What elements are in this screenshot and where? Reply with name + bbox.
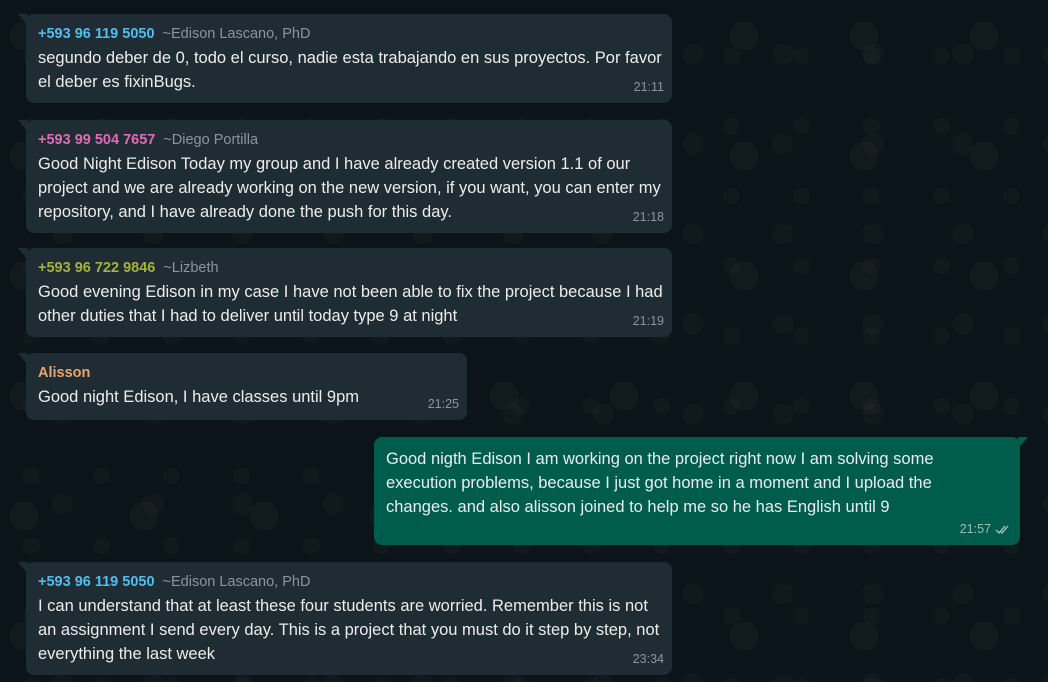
message-time: 21:11 [633, 80, 664, 94]
incoming-message[interactable]: +593 96 119 5050 ~Edison Lascano, PhD I c… [18, 562, 672, 675]
message-time: 23:34 [632, 652, 664, 666]
incoming-message[interactable]: +593 96 722 9846 ~Lizbeth Good evening Ed… [18, 248, 672, 337]
message-text: Good night Edison, I have classes until … [38, 388, 360, 406]
message-sender: +593 96 119 5050 ~Edison Lascano, PhD [38, 24, 660, 44]
message-time: 21:18 [632, 210, 664, 224]
message-time: 21:57 [959, 522, 991, 536]
message-text: Good evening Edison in my case I have no… [38, 283, 663, 325]
message-sender: +593 96 119 5050 ~Edison Lascano, PhD [38, 572, 660, 592]
message-meta: 21:11 [634, 75, 664, 99]
sender-name: ~Edison Lascano, PhD [162, 26, 311, 42]
message-text: I can understand that at least these fou… [38, 597, 660, 663]
message-meta: 23:34 [633, 647, 664, 671]
incoming-message[interactable]: +593 96 119 5050 ~Edison Lascano, PhD seg… [18, 14, 672, 103]
incoming-message[interactable]: +593 99 504 7657 ~Diego Portilla Good Nig… [18, 120, 672, 233]
sender-name: ~Lizbeth [163, 260, 219, 276]
message-meta: 21:18 [633, 205, 664, 229]
message-text: segundo deber de 0, todo el curso, nadie… [38, 49, 662, 91]
message-meta: 21:19 [633, 309, 664, 333]
sender-phone[interactable]: +593 99 504 7657 [38, 132, 155, 148]
message-meta: 21:25 [428, 392, 459, 416]
message-sender: +593 96 722 9846 ~Lizbeth [38, 258, 660, 278]
message-time: 21:25 [427, 397, 459, 411]
message-text: Good Night Edison Today my group and I h… [38, 155, 661, 221]
sender-name: ~Diego Portilla [163, 132, 259, 148]
sender-phone[interactable]: +593 96 119 5050 [38, 574, 155, 590]
message-time: 21:19 [632, 314, 664, 328]
double-check-icon [995, 524, 1012, 535]
message-sender: Alisson [38, 363, 455, 383]
sender-name[interactable]: Alisson [38, 365, 90, 381]
message-meta: 21:57 [960, 517, 1012, 541]
sender-phone[interactable]: +593 96 119 5050 [38, 26, 155, 42]
incoming-message[interactable]: Alisson Good night Edison, I have classe… [18, 353, 467, 420]
outgoing-message[interactable]: Good nigth Edison I am working on the pr… [374, 437, 1028, 545]
message-sender: +593 99 504 7657 ~Diego Portilla [38, 130, 660, 150]
sender-phone[interactable]: +593 96 722 9846 [38, 260, 155, 276]
sender-name: ~Edison Lascano, PhD [162, 574, 311, 590]
message-text: Good nigth Edison I am working on the pr… [386, 450, 934, 516]
